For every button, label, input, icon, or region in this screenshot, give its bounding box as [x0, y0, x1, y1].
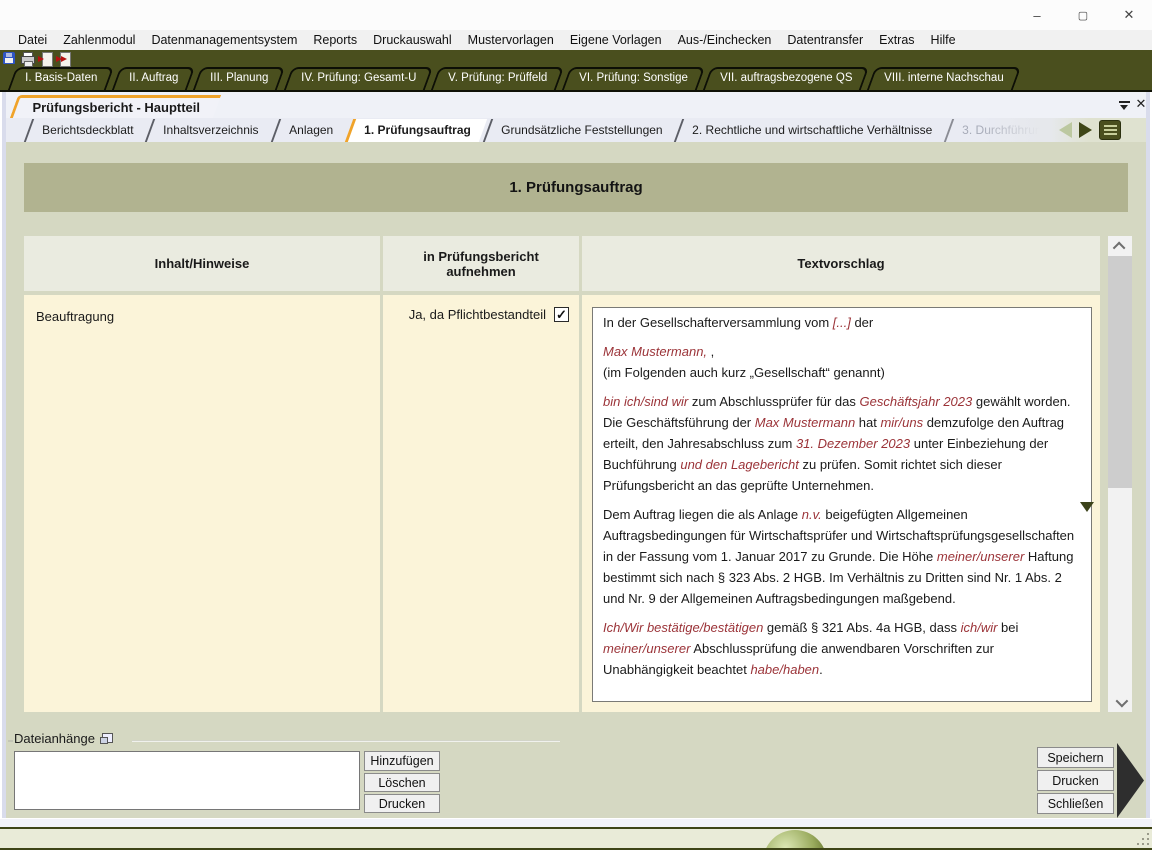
- subtab-rechtliche-wirtschaftliche-verhaeltnisse[interactable]: 2. Rechtliche und wirtschaftliche Verhäl…: [674, 119, 948, 142]
- menu-reports[interactable]: Reports: [305, 30, 365, 50]
- application-window: – ▢ ✕ Datei Zahlenmodul Datenmanagements…: [0, 0, 1152, 850]
- scrollbar-thumb[interactable]: [1108, 256, 1132, 488]
- page-title: 1. Prüfungsauftrag: [24, 163, 1128, 212]
- column-header-inhalt-hinweise: Inhalt/Hinweise: [24, 236, 380, 291]
- scroll-tabs-left-icon[interactable]: [1059, 122, 1072, 138]
- check-in-icon[interactable]: [38, 52, 53, 66]
- resize-grip[interactable]: [1136, 832, 1149, 845]
- menu-datei[interactable]: Datei: [10, 30, 55, 50]
- tab-pruefung-prueffeld[interactable]: V. Prüfung: Prüffeld: [431, 67, 564, 90]
- pflichtbestandteil-label: Ja, da Pflichtbestandteil: [409, 307, 546, 322]
- menu-eigene-vorlagen[interactable]: Eigene Vorlagen: [562, 30, 670, 50]
- subtab-grundsaetzliche-feststellungen[interactable]: Grundsätzliche Feststellungen: [482, 119, 678, 142]
- checkmark-icon: ✓: [556, 308, 567, 321]
- open-attachments-window-icon[interactable]: [100, 733, 112, 744]
- menu-datentransfer[interactable]: Datentransfer: [779, 30, 871, 50]
- status-bar: [0, 827, 1152, 850]
- minimize-icon[interactable]: –: [1014, 0, 1060, 30]
- textvorschlag-editor[interactable]: In der Gesellschafterversammlung vom [..…: [592, 307, 1092, 702]
- menu-druckauswahl[interactable]: Druckauswahl: [365, 30, 460, 50]
- vertical-scrollbar[interactable]: [1108, 236, 1132, 712]
- menu-aus-einchecken[interactable]: Aus-/Einchecken: [670, 30, 780, 50]
- subtab-berichtsdeckblatt[interactable]: Berichtsdeckblatt: [24, 119, 150, 142]
- close-button[interactable]: Schließen: [1037, 793, 1114, 814]
- menu-hilfe[interactable]: Hilfe: [923, 30, 964, 50]
- tab-auftragsbezogene-qs[interactable]: VII. auftragsbezogene QS: [703, 67, 870, 90]
- cell-aufnehmen: Ja, da Pflichtbestandteil ✓: [383, 295, 579, 712]
- add-attachment-button[interactable]: Hinzufügen: [364, 751, 440, 771]
- tab-auftrag[interactable]: II. Auftrag: [112, 67, 196, 90]
- panel-close-icon[interactable]: ✕: [1134, 96, 1148, 112]
- bottom-separator: [0, 818, 1152, 827]
- toolbar: [0, 50, 1152, 68]
- section-tab-bar: Berichtsdeckblatt Inhaltsverzeichnis Anl…: [6, 118, 1146, 142]
- window-frame-right: [1146, 92, 1152, 818]
- attachments-label: Dateianhänge: [14, 731, 112, 746]
- check-in-all-icon[interactable]: [56, 52, 71, 66]
- status-sphere-icon: [763, 830, 827, 850]
- maximize-icon[interactable]: ▢: [1060, 0, 1106, 30]
- field-marker-icon: [1080, 502, 1094, 512]
- close-icon[interactable]: ✕: [1106, 0, 1152, 30]
- column-header-in-pruefungsbericht-aufnehmen: in Prüfungsbericht aufnehmen: [383, 236, 579, 291]
- attachments-listbox[interactable]: [14, 751, 360, 810]
- scroll-up-icon[interactable]: [1108, 236, 1132, 256]
- tab-planung[interactable]: III. Planung: [193, 67, 286, 90]
- document-tab-pruefungsbericht-hauptteil[interactable]: Prüfungsbericht - Hauptteil: [10, 95, 221, 118]
- pin-panel-icon[interactable]: [1119, 101, 1130, 111]
- groupbox-border: [132, 740, 560, 742]
- scroll-down-icon[interactable]: [1108, 692, 1132, 712]
- delete-attachment-button[interactable]: Löschen: [364, 773, 440, 792]
- module-tab-bar: I. Basis-Daten II. Auftrag III. Planung …: [0, 68, 1152, 92]
- subtab-fade-overlay: [981, 118, 1051, 142]
- menu-bar: Datei Zahlenmodul Datenmanagementsystem …: [0, 30, 1152, 50]
- tab-pruefung-sonstige[interactable]: VI. Prüfung: Sonstige: [562, 67, 705, 90]
- print-button[interactable]: Drucken: [1037, 770, 1114, 791]
- menu-mustervorlagen[interactable]: Mustervorlagen: [460, 30, 562, 50]
- window-titlebar: – ▢ ✕: [0, 0, 1152, 30]
- tab-pruefung-gesamt-u[interactable]: IV. Prüfung: Gesamt-U: [283, 67, 433, 90]
- pflichtbestandteil-checkbox[interactable]: ✓: [554, 307, 569, 322]
- tab-interne-nachschau[interactable]: VIII. interne Nachschau: [867, 67, 1021, 90]
- menu-datenmanagementsystem[interactable]: Datenmanagementsystem: [143, 30, 305, 50]
- scroll-tabs-right-icon[interactable]: [1079, 122, 1092, 138]
- print-attachment-button[interactable]: Drucken: [364, 794, 440, 813]
- save-button[interactable]: Speichern: [1037, 747, 1114, 768]
- tab-basis-daten[interactable]: I. Basis-Daten: [8, 67, 115, 90]
- menu-extras[interactable]: Extras: [871, 30, 922, 50]
- groupbox-border-left: [8, 740, 13, 742]
- cell-inhalt: Beauftragung: [24, 295, 380, 712]
- menu-zahlenmodul[interactable]: Zahlenmodul: [55, 30, 143, 50]
- subtab-nav: [1051, 118, 1146, 142]
- column-header-textvorschlag: Textvorschlag: [582, 236, 1100, 291]
- save-icon[interactable]: [2, 52, 17, 66]
- subtab-pruefungsauftrag[interactable]: 1. Prüfungsauftrag: [345, 119, 487, 142]
- tab-list-menu-icon[interactable]: [1099, 120, 1121, 140]
- subtab-anlagen[interactable]: Anlagen: [271, 119, 349, 142]
- subtab-inhaltsverzeichnis[interactable]: Inhaltsverzeichnis: [145, 119, 275, 142]
- print-icon[interactable]: [20, 52, 35, 66]
